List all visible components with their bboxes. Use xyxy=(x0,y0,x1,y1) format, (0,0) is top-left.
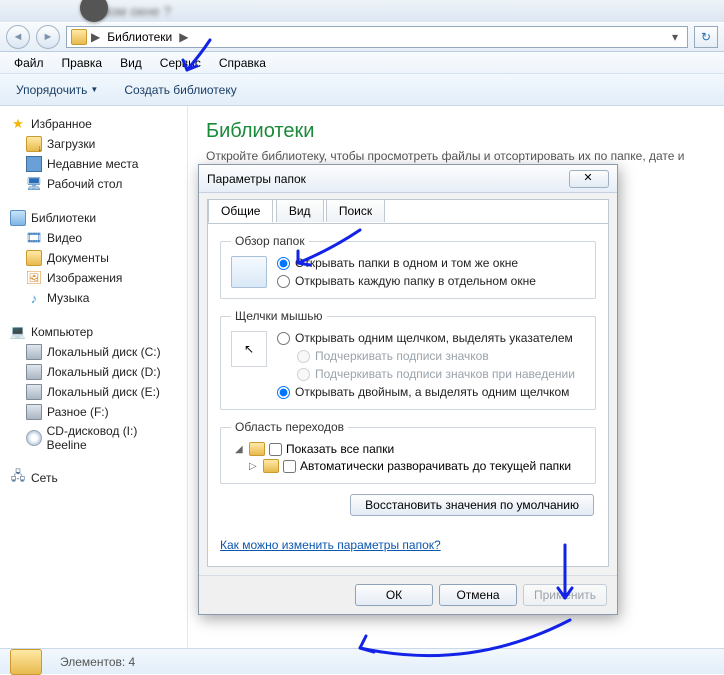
help-link[interactable]: Как можно изменить параметры папок? xyxy=(220,538,441,552)
video-icon: 🎞 xyxy=(26,230,42,246)
dialog-button-row: ОК Отмена Применить xyxy=(199,575,617,614)
address-bar[interactable]: ▶ Библиотеки ▶ ▾ xyxy=(66,26,688,48)
tab-general[interactable]: Общие xyxy=(208,199,273,223)
folder-icon xyxy=(71,29,87,45)
sidebar-item-video[interactable]: 🎞Видео xyxy=(0,228,187,248)
restore-defaults-button[interactable]: Восстановить значения по умолчанию xyxy=(350,494,594,516)
caret-right-icon: ▷ xyxy=(249,461,259,472)
breadcrumb-dropdown[interactable]: ▾ xyxy=(667,30,683,44)
menu-view[interactable]: Вид xyxy=(112,54,150,72)
page-title: Библиотеки xyxy=(206,120,706,143)
tree-row-1[interactable]: ◢Показать все папки xyxy=(235,442,585,456)
sidebar-network-head[interactable]: 🖧Сеть xyxy=(0,468,187,488)
sidebar-libraries-head[interactable]: Библиотеки xyxy=(0,208,187,228)
star-icon: ★ xyxy=(10,116,26,132)
legend-nav: Область переходов xyxy=(231,420,348,434)
browse-graphic-icon xyxy=(231,256,267,288)
folder-icon xyxy=(263,459,279,473)
tab-strip: Общие Вид Поиск xyxy=(207,199,609,223)
cancel-button[interactable]: Отмена xyxy=(439,584,517,606)
hdd-icon xyxy=(26,404,42,420)
explorer-navbar: ◄ ► ▶ Библиотеки ▶ ▾ ↻ xyxy=(0,22,724,52)
organize-button[interactable]: Упорядочить▼ xyxy=(8,80,106,100)
radio-underline-always: Подчеркивать подписи значков xyxy=(277,349,575,363)
tab-search[interactable]: Поиск xyxy=(326,199,385,222)
hdd-icon xyxy=(26,364,42,380)
navigation-pane: ★Избранное Загрузки Недавние места 🖥Рабо… xyxy=(0,106,188,648)
breadcrumb-sep2: ▶ xyxy=(179,30,188,44)
sidebar-item-drive-e[interactable]: Локальный диск (E:) xyxy=(0,382,187,402)
menu-edit[interactable]: Правка xyxy=(54,54,111,72)
menu-bar: Файл Правка Вид Сервис Справка xyxy=(0,52,724,74)
window-titlebar: новом окне ? xyxy=(0,0,724,22)
cd-icon xyxy=(26,430,42,446)
sidebar-favorites-head[interactable]: ★Избранное xyxy=(0,114,187,134)
sidebar-item-desktop[interactable]: 🖥Рабочий стол xyxy=(0,174,187,194)
sidebar-item-downloads[interactable]: Загрузки xyxy=(0,134,187,154)
back-button[interactable]: ◄ xyxy=(6,25,30,49)
sidebar-item-documents[interactable]: Документы xyxy=(0,248,187,268)
apply-button[interactable]: Применить xyxy=(523,584,607,606)
music-icon: ♪ xyxy=(26,290,42,306)
folder-options-dialog: Параметры папок ✕ Общие Вид Поиск Обзор … xyxy=(198,164,618,615)
chk-auto-expand[interactable] xyxy=(283,460,296,473)
recent-icon xyxy=(26,156,42,172)
command-bar: Упорядочить▼ Создать библиотеку xyxy=(0,74,724,106)
tree-row-2[interactable]: ▷Автоматически разворачивать до текущей … xyxy=(235,459,585,473)
details-pane: Элементов: 4 xyxy=(0,648,724,674)
sidebar-item-drive-d[interactable]: Локальный диск (D:) xyxy=(0,362,187,382)
network-icon: 🖧 xyxy=(10,470,26,486)
breadcrumb-sep: ▶ xyxy=(91,30,100,44)
pictures-icon: 🖼 xyxy=(26,270,42,286)
radio-double-click[interactable]: Открывать двойным, а выделять одним щелч… xyxy=(277,385,575,399)
fieldset-nav-pane: Область переходов ◢Показать все папки ▷А… xyxy=(220,420,596,484)
fieldset-click-behavior: Щелчки мышью ↖ Открывать одним щелчком, … xyxy=(220,309,596,410)
refresh-button[interactable]: ↻ xyxy=(694,26,718,48)
hdd-icon xyxy=(26,384,42,400)
folder-icon xyxy=(249,442,265,456)
libraries-icon xyxy=(10,210,26,226)
close-button[interactable]: ✕ xyxy=(569,170,609,188)
breadcrumb-libraries[interactable]: Библиотеки xyxy=(104,30,175,44)
cursor-graphic-icon: ↖ xyxy=(231,331,267,367)
dialog-titlebar: Параметры папок ✕ xyxy=(199,165,617,193)
sidebar-computer-head[interactable]: 💻Компьютер xyxy=(0,322,187,342)
sidebar-item-pictures[interactable]: 🖼Изображения xyxy=(0,268,187,288)
document-icon xyxy=(26,250,42,266)
desktop-icon: 🖥 xyxy=(26,176,42,192)
legend-browse: Обзор папок xyxy=(231,234,309,248)
hdd-icon xyxy=(26,344,42,360)
caret-down-icon: ◢ xyxy=(235,444,245,455)
legend-click: Щелчки мышью xyxy=(231,309,327,323)
sidebar-item-music[interactable]: ♪Музыка xyxy=(0,288,187,308)
forward-button[interactable]: ► xyxy=(36,25,60,49)
tab-view[interactable]: Вид xyxy=(276,199,324,222)
sidebar-item-recent[interactable]: Недавние места xyxy=(0,154,187,174)
folder-large-icon xyxy=(10,649,42,675)
radio-underline-hover: Подчеркивать подписи значков при наведен… xyxy=(277,367,575,381)
fieldset-browse-folders: Обзор папок Открывать папки в одном и то… xyxy=(220,234,596,299)
sidebar-item-drive-c[interactable]: Локальный диск (C:) xyxy=(0,342,187,362)
ok-button[interactable]: ОК xyxy=(355,584,433,606)
radio-new-window[interactable]: Открывать каждую папку в отдельном окне xyxy=(277,274,536,288)
new-library-button[interactable]: Создать библиотеку xyxy=(116,80,244,100)
menu-tools[interactable]: Сервис xyxy=(152,54,209,72)
sidebar-item-cd[interactable]: CD-дисковод (I:) Beeline xyxy=(0,422,187,454)
tab-panel-general: Обзор папок Открывать папки в одном и то… xyxy=(207,223,609,567)
menu-file[interactable]: Файл xyxy=(6,54,52,72)
sidebar-item-drive-f[interactable]: Разное (F:) xyxy=(0,402,187,422)
downloads-icon xyxy=(26,136,42,152)
status-count-label: Элементов: 4 xyxy=(60,655,135,669)
radio-same-window[interactable]: Открывать папки в одном и том же окне xyxy=(277,256,536,270)
menu-help[interactable]: Справка xyxy=(211,54,274,72)
chk-show-all[interactable] xyxy=(269,443,282,456)
computer-icon: 💻 xyxy=(10,324,26,340)
dialog-title: Параметры папок xyxy=(207,172,569,186)
radio-single-click[interactable]: Открывать одним щелчком, выделять указат… xyxy=(277,331,575,345)
